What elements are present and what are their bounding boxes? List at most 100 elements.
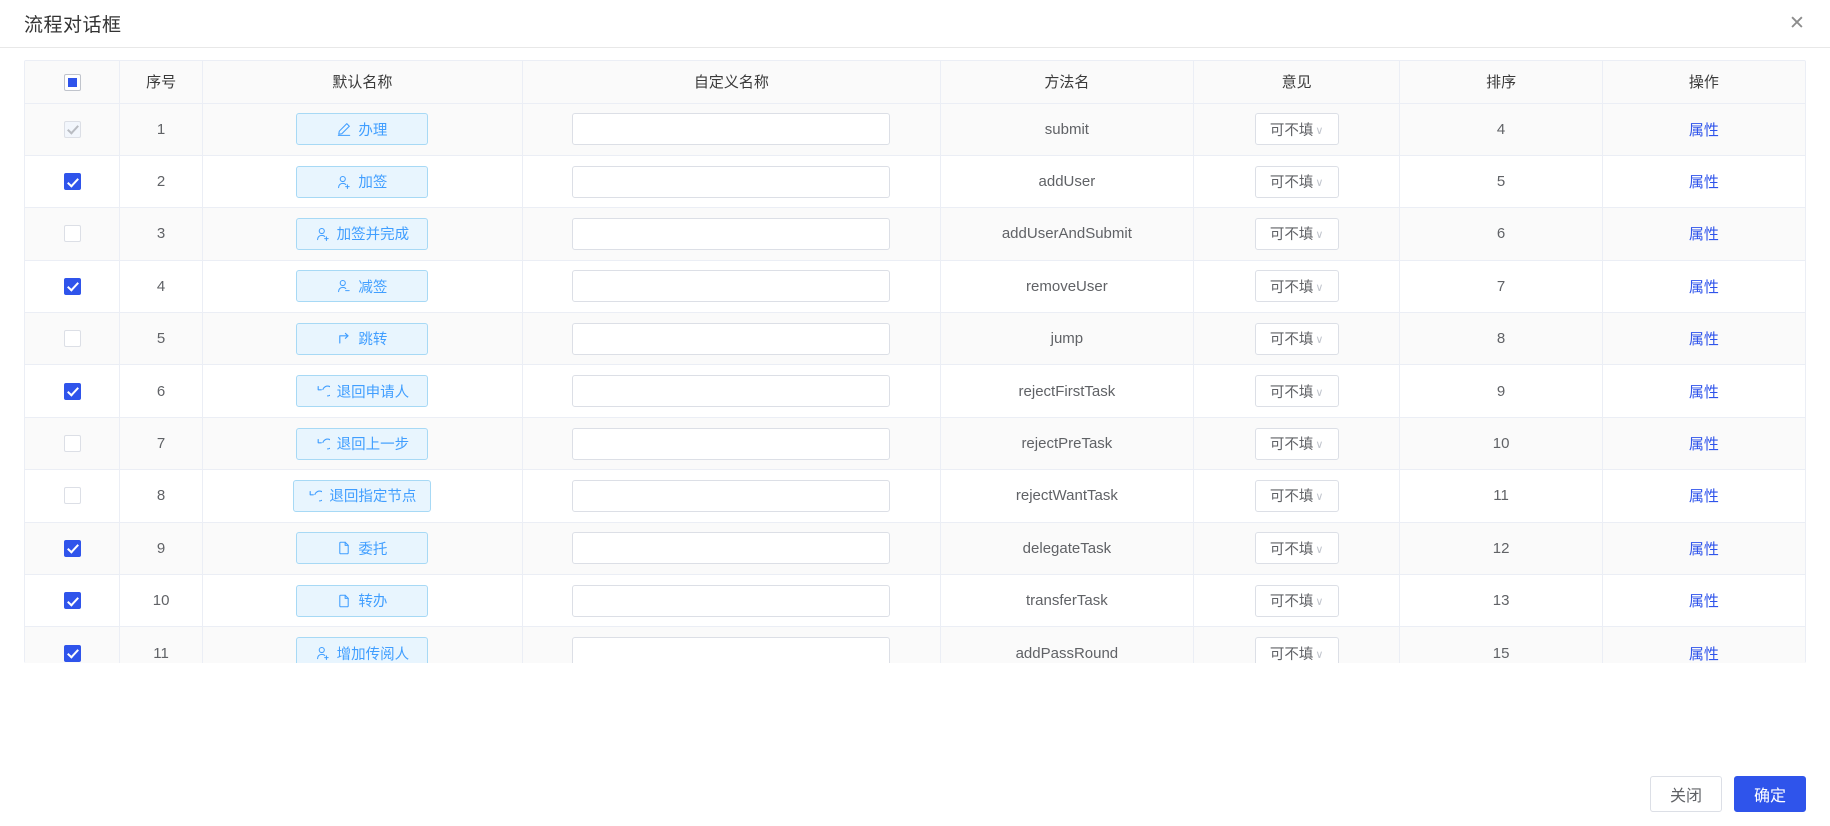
close-button[interactable]: 关闭 [1649,776,1722,812]
custom-name-input[interactable] [572,270,891,303]
attribute-link[interactable]: 属性 [1689,593,1719,610]
cell-default-name: 委托 [202,522,524,576]
custom-name-input[interactable] [572,217,891,250]
default-name-button[interactable]: 跳转 [296,322,429,355]
attribute-link[interactable]: 属性 [1689,436,1719,453]
attribute-link[interactable]: 属性 [1689,541,1719,558]
user-add-icon [337,175,351,189]
cell-action: 属性 [1602,574,1805,628]
cell-sort: 7 [1399,260,1603,314]
cell-index: 7 [119,417,203,471]
row-checkbox[interactable] [63,382,81,400]
cell-method-name: delegateTask [940,522,1194,576]
cell-method-name: rejectWantTask [940,469,1194,523]
opinion-select[interactable]: 可不填 ∨ [1254,270,1339,303]
row-checkbox[interactable] [63,539,81,557]
custom-name-input[interactable] [572,479,891,512]
cell-opinion: 可不填 ∨ [1193,469,1401,523]
default-name-label: 办理 [358,122,388,139]
cell-default-name: 退回上一步 [202,417,524,471]
opinion-select[interactable]: 可不填 ∨ [1254,637,1339,663]
row-checkbox[interactable] [63,487,81,505]
cell-custom-name [522,103,941,156]
default-name-button[interactable]: 加签 [296,165,429,198]
undo-icon [316,384,330,398]
opinion-select[interactable]: 可不填 ∨ [1254,113,1339,146]
default-name-button[interactable]: 退回申请人 [296,375,429,408]
cell-custom-name [522,469,941,523]
attribute-link[interactable]: 属性 [1689,646,1719,663]
cell-sort: 11 [1399,469,1603,523]
row-checkbox[interactable] [63,435,81,453]
custom-name-input[interactable] [572,375,891,408]
opinion-value: 可不填 [1269,227,1314,244]
attribute-link[interactable]: 属性 [1689,174,1719,191]
attribute-link[interactable]: 属性 [1689,488,1719,505]
custom-name-input[interactable] [572,322,891,355]
cell-sort: 5 [1399,155,1603,209]
row-checkbox[interactable] [63,330,81,348]
attribute-link[interactable]: 属性 [1689,122,1719,139]
custom-name-input[interactable] [572,584,891,617]
default-name-button[interactable]: 减签 [296,270,429,303]
default-name-label: 转办 [358,594,388,611]
default-name-button[interactable]: 退回指定节点 [293,479,432,512]
default-name-button[interactable]: 转办 [296,584,429,617]
sort-value: 12 [1492,539,1510,557]
cell-opinion: 可不填 ∨ [1193,312,1401,366]
custom-name-input[interactable] [572,165,891,198]
default-name-button[interactable]: 委托 [296,532,429,565]
chevron-down-icon: ∨ [1315,123,1324,137]
cell-select [25,469,121,523]
opinion-select[interactable]: 可不填 ∨ [1254,375,1339,408]
opinion-select[interactable]: 可不填 ∨ [1254,165,1339,198]
custom-name-input[interactable] [572,532,891,565]
chevron-down-icon: ∨ [1315,438,1324,452]
row-checkbox[interactable] [63,225,81,243]
cell-default-name: 减签 [202,260,524,314]
select-all-checkbox[interactable] [63,73,81,91]
opinion-select[interactable]: 可不填 ∨ [1254,217,1339,250]
row-checkbox[interactable] [63,277,81,295]
table-row: 4 减签 removeUser 可不填 ∨ 7 属性 [25,260,1805,314]
table-row: 10 转办 transferTask 可不填 ∨ 13 属性 [25,574,1805,628]
custom-name-input[interactable] [572,427,891,460]
default-name-button[interactable]: 增加传阅人 [296,637,429,663]
attribute-link[interactable]: 属性 [1689,226,1719,243]
cell-custom-name [522,522,941,576]
method-name: submit [1044,120,1089,138]
confirm-button[interactable]: 确定 [1733,776,1806,812]
default-name-button[interactable]: 退回上一步 [296,427,429,460]
method-name: jump [1050,330,1084,348]
attribute-link[interactable]: 属性 [1689,331,1719,348]
dialog-title: 流程对话框 [24,15,122,36]
close-icon[interactable]: ✕ [1786,13,1808,35]
custom-name-input[interactable] [572,113,891,146]
custom-name-input[interactable] [572,637,891,663]
chevron-down-icon: ∨ [1315,385,1324,399]
opinion-select[interactable]: 可不填 ∨ [1254,322,1339,355]
opinion-select[interactable]: 可不填 ∨ [1254,427,1339,460]
cell-action: 属性 [1602,522,1805,576]
attribute-link[interactable]: 属性 [1689,384,1719,401]
opinion-select[interactable]: 可不填 ∨ [1254,584,1339,617]
attribute-link[interactable]: 属性 [1689,279,1719,296]
default-name-button[interactable]: 加签并完成 [296,217,429,250]
cell-action: 属性 [1602,155,1805,209]
row-checkbox[interactable] [63,644,81,662]
cell-index: 5 [119,312,203,366]
document-icon [337,594,351,608]
cell-sort: 8 [1399,312,1603,366]
opinion-select[interactable]: 可不填 ∨ [1254,532,1339,565]
opinion-select[interactable]: 可不填 ∨ [1254,479,1339,512]
row-checkbox[interactable] [63,592,81,610]
chevron-down-icon: ∨ [1315,228,1324,242]
cell-sort: 6 [1399,207,1603,261]
opinion-value: 可不填 [1269,646,1314,663]
default-name-button[interactable]: 办理 [296,113,429,146]
dialog-footer: 关闭 确定 [0,762,1830,826]
header-cell-custname: 自定义名称 [522,61,941,104]
cell-method-name: transferTask [940,574,1194,628]
row-checkbox[interactable] [63,173,81,191]
row-index: 1 [156,120,166,138]
